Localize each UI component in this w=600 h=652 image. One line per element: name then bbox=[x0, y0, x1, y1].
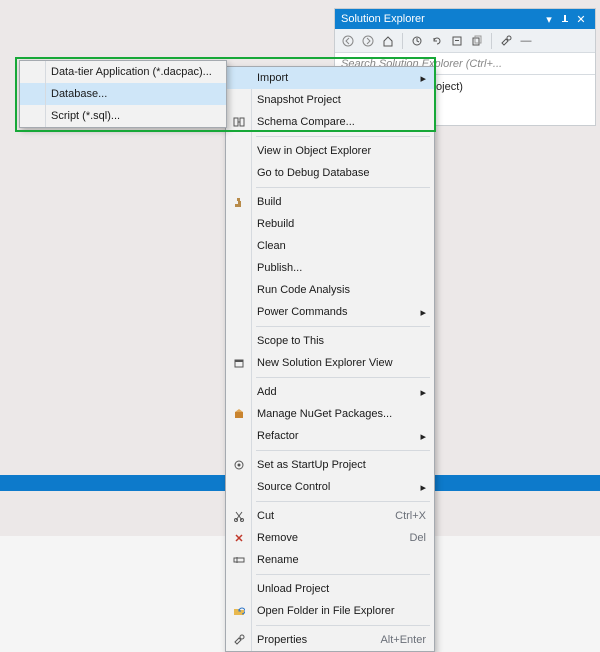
context-menu-label: Import bbox=[251, 72, 416, 84]
context-menu-item[interactable]: PropertiesAlt+Enter bbox=[226, 629, 434, 651]
context-menu-label: Set as StartUp Project bbox=[251, 459, 426, 471]
import-submenu-label: Data-tier Application (*.dacpac)... bbox=[45, 66, 212, 78]
menu-separator bbox=[256, 501, 430, 502]
forward-icon[interactable] bbox=[359, 32, 377, 50]
context-menu-item[interactable]: Build bbox=[226, 191, 434, 213]
collapse-icon[interactable] bbox=[448, 32, 466, 50]
context-menu-item[interactable]: Open Folder in File Explorer bbox=[226, 600, 434, 622]
context-menu-item[interactable]: View in Object Explorer bbox=[226, 140, 434, 162]
context-menu: Import▸Snapshot ProjectSchema Compare...… bbox=[225, 66, 435, 652]
submenu-arrow-icon: ▸ bbox=[416, 481, 426, 494]
context-menu-label: Source Control bbox=[251, 481, 416, 493]
context-menu-item[interactable]: Scope to This bbox=[226, 330, 434, 352]
context-menu-label: Build bbox=[251, 196, 426, 208]
solution-explorer-title: Solution Explorer bbox=[341, 13, 425, 25]
context-menu-label: Properties bbox=[251, 634, 374, 646]
menu-separator bbox=[256, 377, 430, 378]
remove-icon bbox=[226, 532, 251, 544]
submenu-arrow-icon: ▸ bbox=[416, 306, 426, 319]
sync-icon[interactable] bbox=[408, 32, 426, 50]
context-menu-label: Unload Project bbox=[251, 583, 426, 595]
context-menu-label: Go to Debug Database bbox=[251, 167, 426, 179]
back-icon[interactable] bbox=[339, 32, 357, 50]
context-menu-item[interactable]: CutCtrl+X bbox=[226, 505, 434, 527]
context-menu-label: New Solution Explorer View bbox=[251, 357, 426, 369]
context-menu-item[interactable]: Publish... bbox=[226, 257, 434, 279]
cut-icon bbox=[226, 510, 251, 522]
home-icon[interactable] bbox=[379, 32, 397, 50]
context-menu-label: Cut bbox=[251, 510, 389, 522]
import-submenu-label: Database... bbox=[45, 88, 107, 100]
context-menu-label: Schema Compare... bbox=[251, 116, 426, 128]
context-menu-item[interactable]: Rebuild bbox=[226, 213, 434, 235]
refresh-icon[interactable] bbox=[428, 32, 446, 50]
context-menu-item[interactable]: Clean bbox=[226, 235, 434, 257]
newview-icon bbox=[226, 357, 251, 369]
context-menu-label: Scope to This bbox=[251, 335, 426, 347]
context-menu-label: Open Folder in File Explorer bbox=[251, 605, 426, 617]
context-menu-label: Add bbox=[251, 386, 416, 398]
context-menu-label: Publish... bbox=[251, 262, 426, 274]
solution-explorer-toolbar: — bbox=[335, 29, 595, 53]
close-icon[interactable]: ✕ bbox=[573, 11, 589, 27]
context-menu-item[interactable]: Source Control▸ bbox=[226, 476, 434, 498]
dropdown-icon[interactable]: ▾ bbox=[541, 11, 557, 27]
import-submenu-item[interactable]: Database... bbox=[20, 83, 226, 105]
context-menu-item[interactable]: Refactor▸ bbox=[226, 425, 434, 447]
preview-icon[interactable]: — bbox=[517, 32, 535, 50]
context-menu-label: Run Code Analysis bbox=[251, 284, 426, 296]
menu-separator bbox=[256, 187, 430, 188]
solution-explorer-titlebar: Solution Explorer ▾ ✕ bbox=[335, 9, 595, 29]
shortcut-label: Ctrl+X bbox=[389, 510, 426, 522]
nuget-icon bbox=[226, 408, 251, 420]
context-menu-item[interactable]: RemoveDel bbox=[226, 527, 434, 549]
context-menu-label: Manage NuGet Packages... bbox=[251, 408, 426, 420]
context-menu-item[interactable]: Manage NuGet Packages... bbox=[226, 403, 434, 425]
show-all-icon[interactable] bbox=[468, 32, 486, 50]
context-menu-item[interactable]: New Solution Explorer View bbox=[226, 352, 434, 374]
context-menu-label: Refactor bbox=[251, 430, 416, 442]
folder-icon bbox=[226, 605, 251, 617]
context-menu-item[interactable]: Power Commands▸ bbox=[226, 301, 434, 323]
context-menu-label: View in Object Explorer bbox=[251, 145, 426, 157]
submenu-arrow-icon: ▸ bbox=[416, 430, 426, 443]
menu-separator bbox=[256, 136, 430, 137]
import-submenu-label: Script (*.sql)... bbox=[45, 110, 120, 122]
menu-separator bbox=[256, 625, 430, 626]
context-menu-item[interactable]: Add▸ bbox=[226, 381, 434, 403]
import-submenu-item[interactable]: Script (*.sql)... bbox=[20, 105, 226, 127]
context-menu-label: Rename bbox=[251, 554, 426, 566]
menu-separator bbox=[256, 326, 430, 327]
menu-separator bbox=[256, 450, 430, 451]
build-icon bbox=[226, 196, 251, 208]
rename-icon bbox=[226, 554, 251, 566]
shortcut-label: Alt+Enter bbox=[374, 634, 426, 646]
submenu-arrow-icon: ▸ bbox=[416, 386, 426, 399]
startup-icon bbox=[226, 459, 251, 471]
menu-separator bbox=[256, 574, 430, 575]
import-submenu: Data-tier Application (*.dacpac)... Datab… bbox=[19, 60, 227, 128]
context-menu-label: Snapshot Project bbox=[251, 94, 426, 106]
submenu-arrow-icon: ▸ bbox=[416, 72, 426, 85]
context-menu-label: Remove bbox=[251, 532, 403, 544]
compare-icon bbox=[226, 116, 251, 128]
context-menu-label: Rebuild bbox=[251, 218, 426, 230]
context-menu-item[interactable]: Rename bbox=[226, 549, 434, 571]
context-menu-label: Power Commands bbox=[251, 306, 416, 318]
context-menu-label: Clean bbox=[251, 240, 426, 252]
properties-icon[interactable] bbox=[497, 32, 515, 50]
context-menu-item[interactable]: Run Code Analysis bbox=[226, 279, 434, 301]
pin-icon[interactable] bbox=[557, 11, 573, 27]
context-menu-item[interactable]: Set as StartUp Project bbox=[226, 454, 434, 476]
context-menu-item[interactable]: Schema Compare... bbox=[226, 111, 434, 133]
context-menu-item[interactable]: Go to Debug Database bbox=[226, 162, 434, 184]
context-menu-item[interactable]: Snapshot Project bbox=[226, 89, 434, 111]
context-menu-item[interactable]: Import▸ bbox=[226, 67, 434, 89]
properties-icon bbox=[226, 634, 251, 646]
import-submenu-item[interactable]: Data-tier Application (*.dacpac)... bbox=[20, 61, 226, 83]
ide-canvas: Solution Explorer ▾ ✕ bbox=[0, 0, 600, 536]
shortcut-label: Del bbox=[403, 532, 426, 544]
context-menu-item[interactable]: Unload Project bbox=[226, 578, 434, 600]
